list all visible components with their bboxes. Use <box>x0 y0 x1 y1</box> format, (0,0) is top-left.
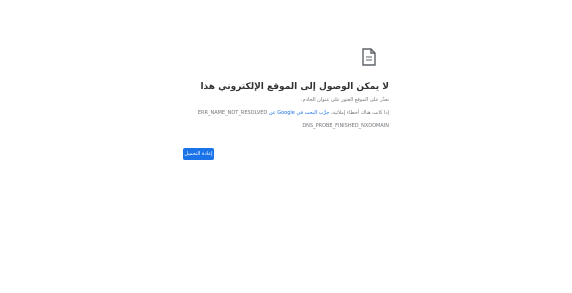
error-heading: لا يمكن الوصول إلى الموقع الإلكتروني هذا <box>200 82 389 92</box>
error-code: DNS_PROBE_FINISHED_NXDOMAIN <box>302 123 389 129</box>
reload-button[interactable]: إعادة التحميل <box>183 148 214 160</box>
document-icon <box>362 48 376 66</box>
error-description: تعذّر على الموقع العثور على عنوان الخادم… <box>301 97 389 103</box>
suggestion-prefix: إذا كانت هناك أخطاء إملائية، <box>330 110 389 116</box>
error-code-inline: ERR_NAME_NOT_RESOLVED <box>197 110 268 116</box>
error-suggestion: إذا كانت هناك أخطاء إملائية، جرِّب البحث… <box>198 110 389 117</box>
browser-error-page: لا يمكن الوصول إلى الموقع الإلكتروني هذا… <box>0 0 572 293</box>
search-google-link[interactable]: جرِّب البحث في Google عن <box>269 110 329 116</box>
